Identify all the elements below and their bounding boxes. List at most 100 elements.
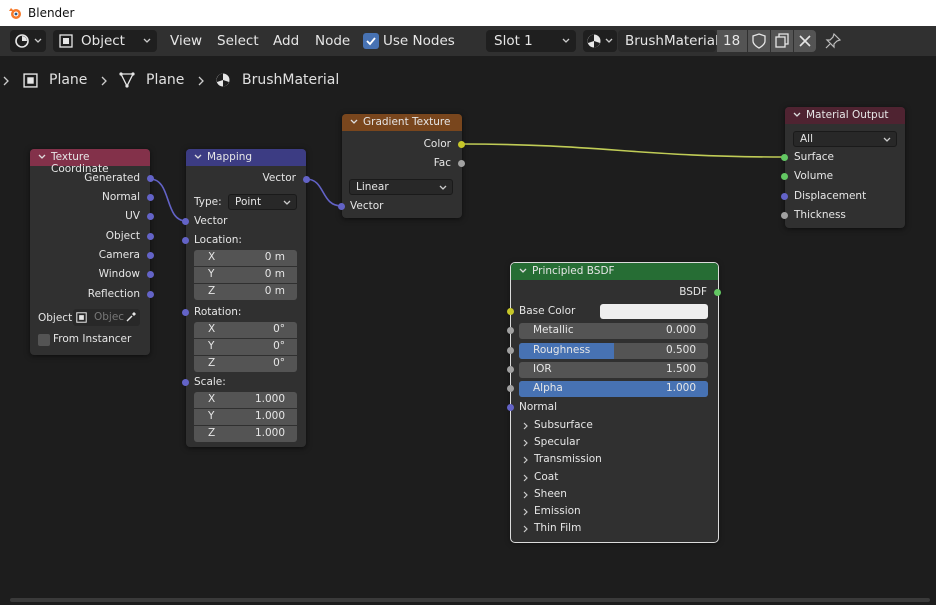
duplicate-material-button[interactable] xyxy=(771,30,793,52)
gradient-type-dropdown[interactable]: Linear xyxy=(349,179,453,195)
menu-select[interactable]: Select xyxy=(217,33,259,49)
socket-vector-in[interactable] xyxy=(338,203,345,210)
menu-add[interactable]: Add xyxy=(273,33,299,49)
socket-uv[interactable] xyxy=(147,213,154,220)
metallic-field[interactable]: Metallic 0.000 xyxy=(519,323,708,339)
principled-bsdf-header[interactable]: Principled BSDF xyxy=(511,263,718,280)
socket-camera[interactable] xyxy=(147,252,154,259)
socket-thickness[interactable] xyxy=(781,212,788,219)
collapse-chevron-icon[interactable] xyxy=(519,267,527,275)
output-generated: Generated xyxy=(84,172,140,184)
input-thickness: Thickness xyxy=(794,209,846,221)
rotation-z-field[interactable]: Z 0° xyxy=(194,356,297,372)
socket-vector-in[interactable] xyxy=(182,218,189,225)
roughness-field[interactable]: Roughness 0.500 xyxy=(519,343,708,359)
scale-y-field[interactable]: Y 1.000 xyxy=(194,409,297,425)
material-output-node[interactable]: Material Output All Surface Volume Displ… xyxy=(781,107,905,228)
use-nodes-label[interactable]: Use Nodes xyxy=(383,33,455,49)
rotation-x-field[interactable]: X 0° xyxy=(194,322,297,338)
base-color-swatch[interactable] xyxy=(600,304,708,319)
socket-displacement[interactable] xyxy=(781,193,788,200)
blender-logo-icon xyxy=(9,8,21,19)
location-y-field[interactable]: Y0 m xyxy=(194,267,297,283)
editor-type-button[interactable] xyxy=(10,30,46,52)
gradient-texture-header[interactable]: Gradient Texture xyxy=(342,114,462,131)
socket-ior[interactable] xyxy=(507,366,514,373)
chevron-right-icon xyxy=(523,474,528,482)
socket-object[interactable] xyxy=(147,233,154,240)
chevron-down-icon xyxy=(143,38,151,43)
socket-rotation[interactable] xyxy=(182,309,189,316)
ior-field[interactable]: IOR 1.500 xyxy=(519,362,708,378)
input-surface: Surface xyxy=(794,151,835,163)
chevron-down-icon xyxy=(439,185,447,190)
mapping-node[interactable]: Mapping Vector Type: Point Vector Locati… xyxy=(182,149,310,447)
socket-metallic[interactable] xyxy=(507,327,514,334)
output-target-dropdown[interactable]: All xyxy=(793,131,897,147)
rotation-y-field[interactable]: Y 0° xyxy=(194,339,297,355)
location-z-field[interactable]: Z0 m xyxy=(194,284,297,300)
texture-coordinate-header[interactable]: Texture Coordinate xyxy=(30,149,150,175)
fake-user-button[interactable] xyxy=(748,30,770,52)
alpha-field[interactable]: Alpha 1.000 xyxy=(519,381,708,397)
object-picker-field[interactable]: Objec xyxy=(73,309,140,326)
mapping-type-dropdown[interactable]: Point xyxy=(228,194,297,210)
chevron-right-icon xyxy=(523,525,528,533)
horizontal-scrollbar[interactable] xyxy=(10,598,930,602)
slot-dropdown[interactable]: Slot 1 xyxy=(486,30,576,52)
object-icon xyxy=(23,73,38,88)
output-reflection: Reflection xyxy=(87,288,140,300)
gradient-texture-node[interactable]: Gradient Texture Color Fac Linear Vector xyxy=(338,114,465,218)
socket-location[interactable] xyxy=(182,237,189,244)
scale-x-field[interactable]: X 1.000 xyxy=(194,392,297,408)
node-editor-header: Object View Select Add Node Use Nodes Sl… xyxy=(0,26,936,56)
location-x-field[interactable]: X0 m xyxy=(194,250,297,266)
principled-bsdf-node[interactable]: Principled BSDF BSDF Base Color Metallic… xyxy=(507,262,721,543)
texture-coordinate-node[interactable]: Texture Coordinate Generated Normal UV O… xyxy=(30,149,154,355)
material-sphere-icon xyxy=(216,73,230,87)
socket-fac-out[interactable] xyxy=(458,160,465,167)
socket-base-color[interactable] xyxy=(507,308,514,315)
pin-icon[interactable] xyxy=(825,33,841,49)
shader-type-dropdown[interactable]: Object xyxy=(53,30,157,52)
socket-volume[interactable] xyxy=(781,173,788,180)
location-label: Location: xyxy=(194,234,242,246)
socket-roughness[interactable] xyxy=(507,347,514,354)
breadcrumb-object: Plane xyxy=(49,72,88,88)
socket-bsdf-out[interactable] xyxy=(714,289,721,296)
socket-window[interactable] xyxy=(147,271,154,278)
socket-surface[interactable] xyxy=(781,154,788,161)
menu-node[interactable]: Node xyxy=(315,33,350,49)
material-browse-button[interactable] xyxy=(583,30,617,52)
chevron-down-icon xyxy=(883,137,891,142)
material-output-header[interactable]: Material Output xyxy=(785,107,905,124)
normal-label: Normal xyxy=(519,401,557,413)
use-nodes-checkbox[interactable] xyxy=(363,33,379,49)
socket-alpha[interactable] xyxy=(507,385,514,392)
unlink-material-button[interactable] xyxy=(794,30,816,52)
collapse-chevron-icon[interactable] xyxy=(38,153,46,161)
node-title: Principled BSDF xyxy=(532,265,615,277)
collapse-chevron-icon[interactable] xyxy=(350,118,358,126)
node-title: Material Output xyxy=(806,109,889,121)
user-count: 18 xyxy=(723,33,741,49)
scale-z-field[interactable]: Z 1.000 xyxy=(194,426,297,442)
scale-label: Scale: xyxy=(194,376,226,388)
socket-reflection[interactable] xyxy=(147,291,154,298)
socket-normal[interactable] xyxy=(147,194,154,201)
user-count-button[interactable]: 18 xyxy=(717,30,747,52)
socket-scale[interactable] xyxy=(182,379,189,386)
socket-color-out[interactable] xyxy=(458,141,465,148)
mapping-header[interactable]: Mapping xyxy=(186,149,306,166)
from-instancer-checkbox[interactable] xyxy=(38,334,50,346)
collapse-chevron-icon[interactable] xyxy=(194,153,202,161)
socket-normal[interactable] xyxy=(507,404,514,411)
type-value: Point xyxy=(235,196,262,208)
socket-generated[interactable] xyxy=(147,175,154,182)
eyedropper-icon[interactable] xyxy=(125,311,137,323)
collapse-chevron-icon[interactable] xyxy=(793,111,801,119)
socket-vector-out[interactable] xyxy=(303,176,310,183)
menu-view[interactable]: View xyxy=(170,33,202,49)
breadcrumb-mesh: Plane xyxy=(146,72,185,88)
material-name-field[interactable]: BrushMaterial xyxy=(618,30,719,52)
